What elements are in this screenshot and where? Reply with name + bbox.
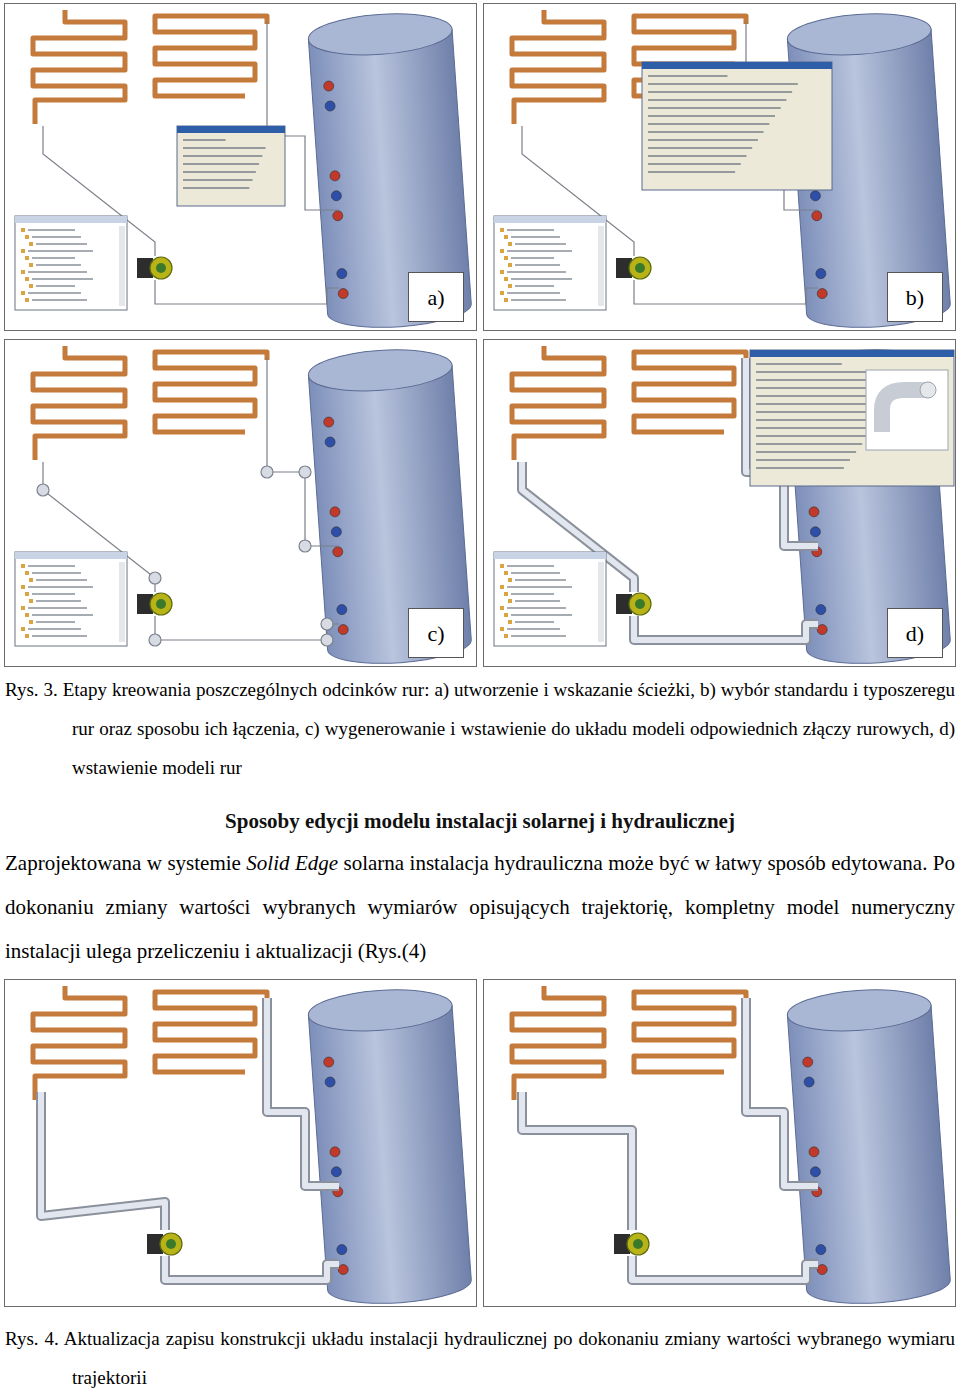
storage-tank — [307, 9, 472, 331]
edgebar-panel[interactable] — [15, 216, 127, 310]
figure-4 — [0, 979, 960, 1307]
figure-caption: Rys. 4. Aktualizacja zapisu konstrukcji … — [0, 1319, 960, 1397]
pump-icon — [147, 1233, 182, 1255]
storage-tank — [786, 985, 951, 1307]
pipe-route[interactable] — [522, 998, 818, 1280]
pump-icon — [137, 593, 172, 615]
pump-icon — [614, 1233, 649, 1255]
caption-number: Rys. 3. — [5, 679, 58, 700]
figure-caption: Rys. 3. Etapy kreowania poszczególnych o… — [0, 670, 960, 787]
dialog-window[interactable] — [642, 62, 832, 190]
panel-label: b) — [887, 272, 943, 322]
solar-collector — [512, 346, 746, 460]
pump-icon — [616, 593, 651, 615]
solar-collector — [33, 986, 267, 1100]
dialog-window[interactable] — [750, 350, 954, 486]
pump-icon — [616, 257, 651, 279]
panel-label: d) — [887, 608, 943, 658]
edgebar-panel[interactable] — [15, 552, 127, 646]
document-page: a) b) c) d) Rys. 3. Etapy kreowania poszczeg… — [0, 0, 960, 1399]
cad-scene — [484, 980, 956, 1307]
cad-scene — [5, 340, 477, 667]
pump-icon — [137, 257, 172, 279]
figure-panel: d) — [483, 339, 956, 667]
solar-collector — [512, 986, 746, 1100]
cad-scene — [5, 4, 477, 331]
edgebar-panel[interactable] — [494, 216, 606, 310]
figure-panel: b) — [483, 3, 956, 331]
cad-scene — [484, 340, 956, 667]
section-paragraph: Zaprojektowana w systemie Solid Edge sol… — [0, 841, 960, 973]
storage-tank — [307, 985, 472, 1307]
storage-tank — [307, 345, 472, 667]
panel-label: a) — [408, 272, 464, 322]
pipe-route[interactable] — [41, 998, 339, 1280]
section-heading: Sposoby edycji modelu instalacji solarne… — [0, 805, 960, 837]
solar-collector — [33, 346, 267, 460]
figure-3: a) b) c) d) — [0, 3, 960, 667]
figure-panel: a) — [4, 3, 477, 331]
figure-panel: c) — [4, 339, 477, 667]
caption-number: Rys. 4. — [5, 1328, 59, 1349]
cad-scene — [5, 980, 477, 1307]
elbow-preview-icon — [866, 370, 948, 450]
edgebar-panel[interactable] — [494, 552, 606, 646]
cad-scene — [484, 4, 956, 331]
panel-label: c) — [408, 608, 464, 658]
figure-panel — [483, 979, 956, 1307]
figure-panel — [4, 979, 477, 1307]
dialog-window[interactable] — [177, 126, 285, 206]
solar-collector — [33, 10, 267, 124]
